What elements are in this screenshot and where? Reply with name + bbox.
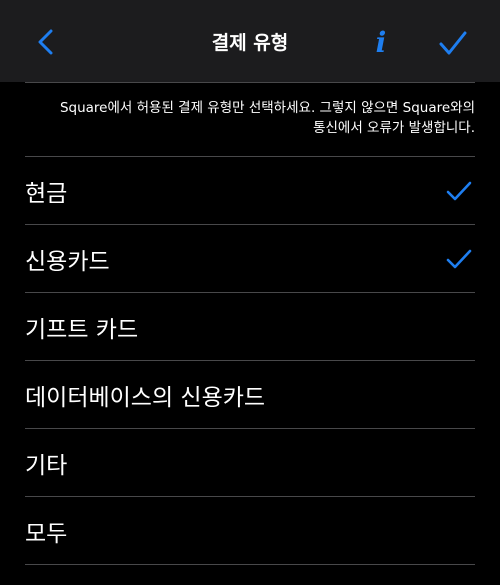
- checkmark-icon: [439, 31, 467, 55]
- navigation-bar: 결제 유형 i: [0, 0, 500, 82]
- notice-line-1: Square에서 허용된 결제 유형만 선택하세요. 그렇지 않으면 Squar…: [59, 100, 475, 116]
- done-button[interactable]: [436, 26, 470, 60]
- divider: [25, 564, 475, 565]
- chevron-left-icon: [38, 29, 53, 55]
- payment-type-option[interactable]: 데이터베이스의 신용카드: [0, 361, 500, 428]
- checkmark-icon: [446, 181, 472, 200]
- payment-type-label: 모두: [25, 520, 68, 547]
- payment-type-option[interactable]: 모두: [0, 497, 500, 564]
- checkmark-icon: [446, 249, 472, 268]
- back-button[interactable]: [30, 26, 62, 58]
- notice-text: Square에서 허용된 결제 유형만 선택하세요. 그렇지 않으면 Squar…: [25, 98, 475, 138]
- payment-type-option[interactable]: 신용카드: [0, 225, 500, 292]
- page-title: 결제 유형: [211, 32, 289, 54]
- payment-type-option[interactable]: 기프트 카드: [0, 293, 500, 360]
- payment-type-label: 현금: [25, 180, 68, 207]
- info-icon: i: [375, 25, 387, 59]
- payment-type-option[interactable]: 기타: [0, 429, 500, 496]
- divider: [25, 82, 475, 83]
- info-button[interactable]: i: [366, 24, 396, 60]
- payment-type-label: 신용카드: [25, 248, 110, 275]
- payment-type-label: 데이터베이스의 신용카드: [25, 384, 266, 411]
- notice-line-2: 통신에서 오류가 발생합니다.: [313, 120, 475, 136]
- payment-type-label: 기타: [25, 452, 68, 479]
- payment-type-option[interactable]: 현금: [0, 157, 500, 224]
- payment-type-label: 기프트 카드: [25, 316, 139, 343]
